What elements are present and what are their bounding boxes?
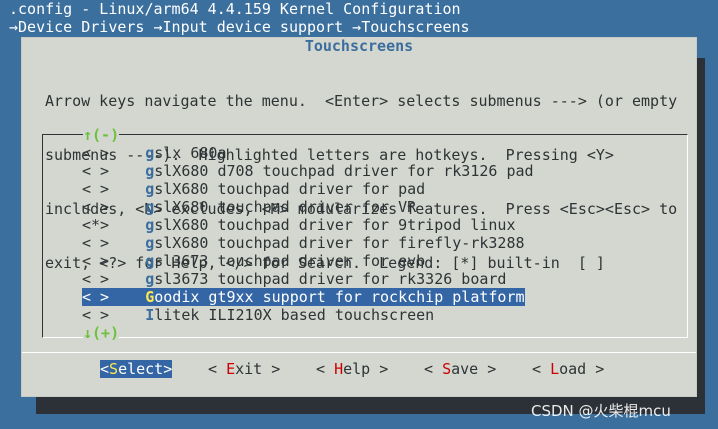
item-hotkey: g [145, 198, 155, 216]
menu-item[interactable]: < > gslX680 touchpad driver for firefly-… [82, 234, 525, 252]
scroll-up-indicator[interactable]: ↑(-) [83, 127, 120, 143]
select-button[interactable]: <Select> [100, 360, 173, 378]
load-button[interactable]: < Load > [532, 360, 604, 378]
menu-item[interactable]: <*> gslX680 touchpad driver for 9tripod … [82, 216, 515, 234]
item-label: slX680 d708 touchpad driver for rk3126 p… [154, 162, 534, 180]
item-state[interactable]: < > [82, 198, 109, 216]
menu-item[interactable]: < > gslX680 touchpad driver for pad [82, 180, 425, 198]
item-label: slX680 touchpad driver for pad [154, 180, 426, 198]
item-hotkey: g [145, 252, 155, 270]
watermark: CSDN @火柴棍mcu [531, 402, 671, 420]
button-hotkey: S [109, 360, 119, 378]
item-hotkey: g [145, 234, 155, 252]
button-bracket: < [100, 360, 110, 378]
menu-item[interactable]: < > gslx 680a [82, 144, 227, 162]
item-state[interactable]: < > [82, 144, 109, 162]
item-hotkey: g [145, 144, 155, 162]
item-label: slx 680a [154, 144, 227, 162]
item-label: slX680 touchpad driver for VR [154, 198, 417, 216]
item-hotkey: I [145, 306, 155, 324]
menu-dialog: Touchscreens Arrow keys navigate the men… [21, 37, 697, 397]
window-title: .config - Linux/arm64 4.4.159 Kernel Con… [9, 0, 461, 18]
button-label: elp > [343, 360, 389, 378]
item-label: oodix gt9xx support for rockchip platfor… [154, 288, 525, 306]
item-label: sl3673 touchpad driver for evb [154, 252, 426, 270]
button-label: xit > [235, 360, 281, 378]
item-state[interactable]: < > [82, 180, 109, 198]
item-label: slX680 touchpad driver for firefly-rk328… [154, 234, 525, 252]
button-hotkey: L [550, 360, 560, 378]
dialog-title: Touchscreens [303, 37, 415, 55]
item-label: sl3673 touchpad driver for rk3326 board [154, 270, 507, 288]
item-state[interactable]: < > [82, 252, 109, 270]
help-button[interactable]: < Help > [316, 360, 388, 378]
breadcrumb: →Device Drivers →Input device support →T… [9, 18, 470, 36]
button-bracket: < [532, 360, 551, 378]
button-label: ave > [451, 360, 497, 378]
item-state[interactable]: < > [82, 162, 109, 180]
button-separator [22, 352, 696, 353]
menu-item[interactable]: < > gsl3673 touchpad driver for rk3326 b… [82, 270, 506, 288]
item-state[interactable]: < > [82, 306, 109, 324]
item-hotkey: g [145, 180, 155, 198]
button-bracket: < [208, 360, 227, 378]
item-label: slX680 touchpad driver for 9tripod linux [154, 216, 516, 234]
item-state[interactable]: < > [82, 288, 109, 306]
item-state[interactable]: < > [82, 270, 109, 288]
button-hotkey: E [226, 360, 236, 378]
button-label: oad > [559, 360, 605, 378]
menu-item[interactable]: < > gslX680 touchpad driver for VR [82, 198, 416, 216]
item-state[interactable]: <*> [82, 216, 109, 234]
scroll-down-indicator[interactable]: ↓(+) [83, 325, 120, 341]
menu-item[interactable]: < > Ilitek ILI210X based touchscreen [82, 306, 434, 324]
item-hotkey: g [145, 270, 155, 288]
menu-item[interactable]: < > gsl3673 touchpad driver for evb [82, 252, 425, 270]
save-button[interactable]: < Save > [424, 360, 496, 378]
button-bracket: < [424, 360, 443, 378]
menu-item[interactable]: < > gslX680 d708 touchpad driver for rk3… [82, 162, 534, 180]
item-hotkey: g [145, 162, 155, 180]
button-hotkey: H [334, 360, 344, 378]
button-label: elect> [118, 360, 173, 378]
exit-button[interactable]: < Exit > [208, 360, 280, 378]
button-bracket: < [316, 360, 335, 378]
item-state[interactable]: < > [82, 234, 109, 252]
help-line: Arrow keys navigate the menu. <Enter> se… [45, 92, 678, 110]
item-label: litek ILI210X based touchscreen [154, 306, 435, 324]
item-hotkey: G [145, 288, 155, 306]
button-hotkey: S [442, 360, 452, 378]
item-hotkey: g [145, 216, 155, 234]
menu-item[interactable]: < > Goodix gt9xx support for rockchip pl… [82, 288, 525, 306]
